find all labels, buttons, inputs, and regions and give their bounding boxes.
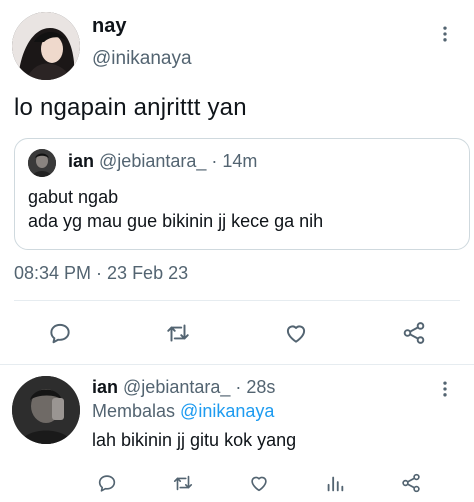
replying-to: Membalas @inikanaya bbox=[92, 401, 274, 422]
reply-display-name[interactable]: ian bbox=[92, 377, 118, 397]
reply-icon[interactable] bbox=[94, 470, 120, 496]
more-icon[interactable] bbox=[433, 22, 457, 46]
quoted-tweet-line-1: gabut ngab bbox=[28, 187, 119, 207]
stats-icon[interactable] bbox=[322, 470, 348, 496]
quoted-tweet-header: ian @jebiantara_ · 14m bbox=[68, 151, 257, 172]
quoted-tweet-separator: · bbox=[206, 151, 223, 171]
reply-header: ian @jebiantara_ · 28s bbox=[92, 377, 275, 398]
quoted-tweet-line-2: ada yg mau gue bikinin jj kece ga nih bbox=[28, 211, 324, 231]
quoted-tweet-card[interactable]: ian @jebiantara_ · 14m gabut ngab ada yg… bbox=[14, 138, 470, 250]
reply-icon[interactable] bbox=[45, 318, 75, 348]
tweet-timestamp[interactable]: 08:34 PM · 23 Feb 23 bbox=[14, 263, 188, 284]
quoted-tweet-text: gabut ngab ada yg mau gue bikinin jj kec… bbox=[28, 185, 323, 233]
divider bbox=[0, 364, 474, 365]
main-tweet-handle[interactable]: @inikanaya bbox=[92, 48, 192, 70]
share-icon[interactable] bbox=[398, 470, 424, 496]
quoted-tweet-display-name: ian bbox=[68, 151, 95, 171]
reply-avatar[interactable] bbox=[12, 376, 80, 444]
reply-handle[interactable]: @jebiantara_ bbox=[123, 377, 230, 397]
reply-time[interactable]: 28s bbox=[246, 377, 275, 397]
like-icon[interactable] bbox=[246, 470, 272, 496]
reply-text: lah bikinin jj gitu kok yang bbox=[92, 430, 297, 450]
main-tweet-display-name[interactable]: nay bbox=[92, 15, 126, 38]
like-icon[interactable] bbox=[281, 318, 311, 348]
divider bbox=[14, 300, 460, 301]
quoted-tweet-handle: @jebiantara_ bbox=[99, 151, 207, 171]
replying-to-link[interactable]: @inikanaya bbox=[180, 401, 274, 421]
reply-separator: · bbox=[230, 377, 247, 397]
replying-to-label: Membalas bbox=[92, 401, 176, 421]
quoted-tweet-avatar bbox=[28, 149, 56, 177]
main-tweet-avatar[interactable] bbox=[12, 12, 80, 80]
retweet-icon[interactable] bbox=[170, 470, 196, 496]
more-icon[interactable] bbox=[433, 377, 457, 401]
share-icon[interactable] bbox=[399, 318, 429, 348]
quoted-tweet-time: 14m bbox=[222, 151, 258, 171]
main-tweet-text: lo ngapain anjrittt yan bbox=[14, 94, 247, 121]
retweet-icon[interactable] bbox=[163, 318, 193, 348]
